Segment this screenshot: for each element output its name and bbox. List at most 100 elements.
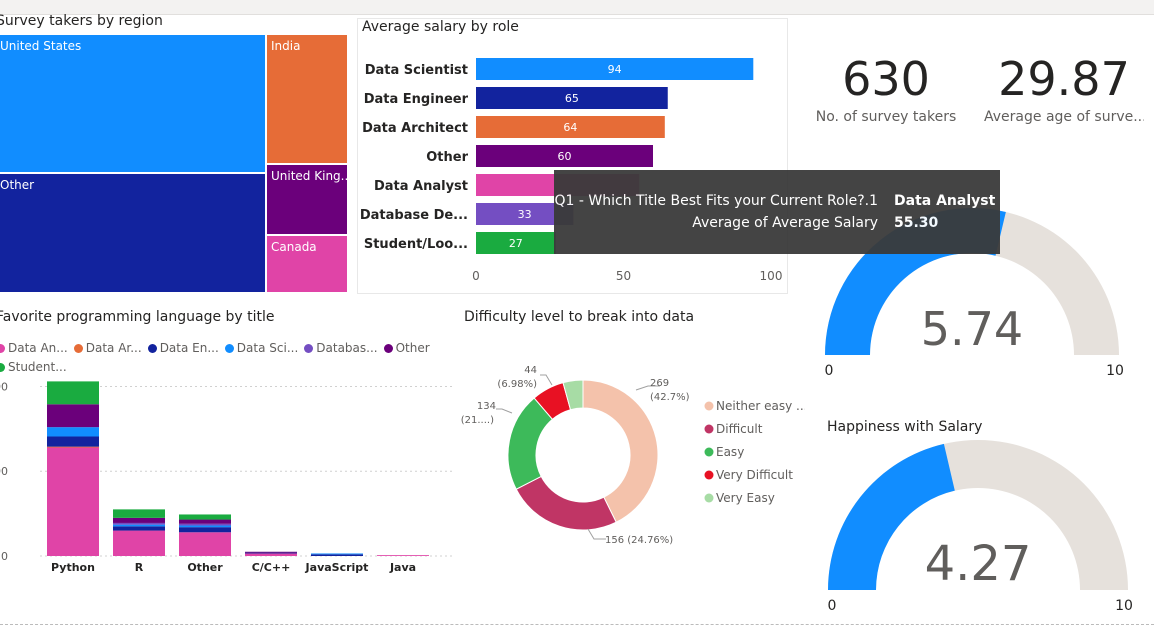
lang-bar-segment[interactable] bbox=[47, 381, 99, 405]
lang-bar-segment[interactable] bbox=[113, 530, 165, 556]
salary-data-label: 27 bbox=[509, 237, 523, 250]
lang-bar-segment[interactable] bbox=[179, 514, 231, 520]
legend-item[interactable]: Data An... bbox=[0, 341, 68, 355]
legend-item[interactable]: Data Sci... bbox=[224, 341, 298, 355]
donut-legend-dot-icon bbox=[704, 401, 714, 411]
lang-bar-segment[interactable] bbox=[47, 447, 99, 556]
legend-dot-icon bbox=[304, 344, 314, 353]
salary-data-label: 64 bbox=[563, 121, 577, 134]
page-bottom-border bbox=[0, 624, 1154, 625]
lang-bar-segment[interactable] bbox=[179, 532, 231, 556]
lang-bar-segment[interactable] bbox=[179, 527, 231, 533]
lang-chart-legend[interactable]: Data An... Data Ar... Data En... Data Sci..… bbox=[0, 337, 456, 375]
donut-legend-label[interactable]: Easy bbox=[716, 445, 744, 459]
lang-y-tick: 200 bbox=[0, 380, 8, 393]
lang-bar-segment[interactable] bbox=[113, 517, 165, 523]
donut-data-label: 134 bbox=[477, 401, 496, 412]
lang-bar-segment[interactable] bbox=[179, 523, 231, 526]
legend-dot-icon bbox=[383, 344, 393, 353]
lang-bar-segment[interactable] bbox=[377, 555, 429, 556]
treemap-cell-label: United States bbox=[0, 39, 82, 53]
salary-bar-chart[interactable]: Data Scientist 94 Data Engineer 65 Data Arch… bbox=[357, 40, 787, 292]
legend-label: Other bbox=[395, 341, 430, 355]
donut-leader-line bbox=[587, 528, 606, 540]
legend-label: Data An... bbox=[8, 341, 68, 355]
treemap-cell-india[interactable]: India bbox=[266, 34, 348, 164]
salary-category-label: Database De... bbox=[360, 208, 468, 223]
lang-bar-segment[interactable] bbox=[179, 525, 231, 528]
difficulty-donut-chart[interactable]: 269 (42.7%) 156 (24.76%) 134 (21....) 44 (6.98… bbox=[460, 355, 805, 555]
salary-happiness-gauge[interactable]: 4.27 0 10 bbox=[810, 438, 1140, 618]
legend-item[interactable]: Data En... bbox=[147, 341, 219, 355]
donut-legend-label[interactable]: Very Difficult bbox=[716, 468, 793, 482]
treemap-cell-label: India bbox=[271, 39, 301, 53]
lang-bar-segment[interactable] bbox=[245, 553, 297, 556]
salary-axis-tick: 100 bbox=[760, 269, 783, 283]
donut-legend-label[interactable]: Difficult bbox=[716, 422, 763, 436]
lang-category-label: C/C++ bbox=[252, 561, 291, 574]
salary-category-label: Data Scientist bbox=[365, 63, 468, 78]
salary-category-label: Student/Loo... bbox=[364, 237, 468, 252]
tooltip-value-1: Data Analyst bbox=[894, 193, 996, 209]
lang-bar-segment[interactable] bbox=[245, 552, 297, 554]
donut-data-label: (6.98%) bbox=[497, 379, 537, 390]
gauge-value: 4.27 bbox=[925, 536, 1032, 592]
legend-label: Databas... bbox=[316, 341, 378, 355]
legend-item[interactable]: Student... bbox=[0, 360, 67, 374]
donut-slice[interactable] bbox=[515, 475, 617, 531]
donut-data-label: 44 bbox=[524, 365, 537, 376]
lang-bar-segment[interactable] bbox=[113, 522, 165, 525]
donut-data-label: (21....) bbox=[461, 415, 494, 426]
lang-bar-segment[interactable] bbox=[47, 427, 99, 437]
region-treemap[interactable]: United States Other India United King...… bbox=[0, 34, 348, 293]
donut-legend-dot-icon bbox=[704, 447, 714, 457]
lang-bar-segment[interactable] bbox=[311, 553, 363, 555]
donut-leader-line bbox=[540, 374, 553, 386]
legend-dot-icon bbox=[147, 344, 157, 353]
donut-title: Difficulty level to break into data bbox=[464, 309, 695, 325]
lang-bar-segment[interactable] bbox=[113, 509, 165, 518]
lang-bar-segment[interactable] bbox=[311, 554, 363, 556]
treemap-cell-label: Canada bbox=[271, 240, 317, 254]
salary-category-label: Data Engineer bbox=[364, 92, 469, 107]
treemap-cell-united-states[interactable]: United States bbox=[0, 34, 266, 173]
legend-item[interactable]: Databas... bbox=[304, 341, 378, 355]
lang-bar-segment[interactable] bbox=[47, 436, 99, 447]
average-age-label: Average age of surve... bbox=[984, 109, 1144, 125]
treemap-title: Survey takers by region bbox=[0, 13, 163, 29]
donut-legend-label[interactable]: Neither easy ... bbox=[716, 399, 805, 413]
salary-axis-tick: 0 bbox=[472, 269, 480, 283]
lang-bar-segment[interactable] bbox=[179, 519, 231, 524]
treemap-cell-other[interactable]: Other bbox=[0, 173, 266, 293]
lang-bar-segment[interactable] bbox=[113, 524, 165, 527]
lang-category-label: Other bbox=[187, 561, 223, 574]
chart-tooltip: Q1 - Which Title Best Fits your Current … bbox=[554, 170, 1000, 254]
lang-bar-segment[interactable] bbox=[245, 551, 297, 553]
legend-item[interactable]: Other bbox=[383, 341, 430, 355]
treemap-cell-united-kingdom[interactable]: United King... bbox=[266, 164, 348, 235]
donut-data-label: 269 bbox=[650, 378, 669, 389]
donut-legend-dot-icon bbox=[704, 493, 714, 503]
lang-bar-segment[interactable] bbox=[113, 526, 165, 531]
gauge-max-label: 10 bbox=[1115, 598, 1133, 614]
gauge-value: 5.74 bbox=[921, 302, 1023, 356]
lang-category-label: Java bbox=[389, 561, 416, 574]
lang-bar-segment[interactable] bbox=[47, 446, 99, 448]
lang-stacked-chart[interactable]: 0 100 200 Python R Other C/C++ JavaScript Java bbox=[0, 378, 456, 578]
survey-count-value: 630 bbox=[842, 52, 930, 106]
donut-legend-label[interactable]: Very Easy bbox=[716, 491, 775, 505]
lang-bar-segment[interactable] bbox=[47, 404, 99, 428]
lang-category-label: JavaScript bbox=[305, 561, 369, 574]
donut-data-label: (42.7%) bbox=[650, 392, 690, 403]
treemap-cell-label: Other bbox=[0, 178, 35, 192]
treemap-cell-label: United King... bbox=[271, 169, 348, 183]
survey-count-label: No. of survey takers bbox=[815, 109, 957, 125]
legend-label: Data En... bbox=[159, 341, 219, 355]
donut-leader-line bbox=[496, 408, 513, 414]
lang-category-label: Python bbox=[51, 561, 95, 574]
salary-chart-title: Average salary by role bbox=[362, 19, 519, 35]
legend-item[interactable]: Data Ar... bbox=[73, 341, 142, 355]
legend-dot-icon bbox=[224, 344, 234, 353]
treemap-cell-canada[interactable]: Canada bbox=[266, 235, 348, 293]
tooltip-value-2: 55.30 bbox=[894, 215, 939, 231]
